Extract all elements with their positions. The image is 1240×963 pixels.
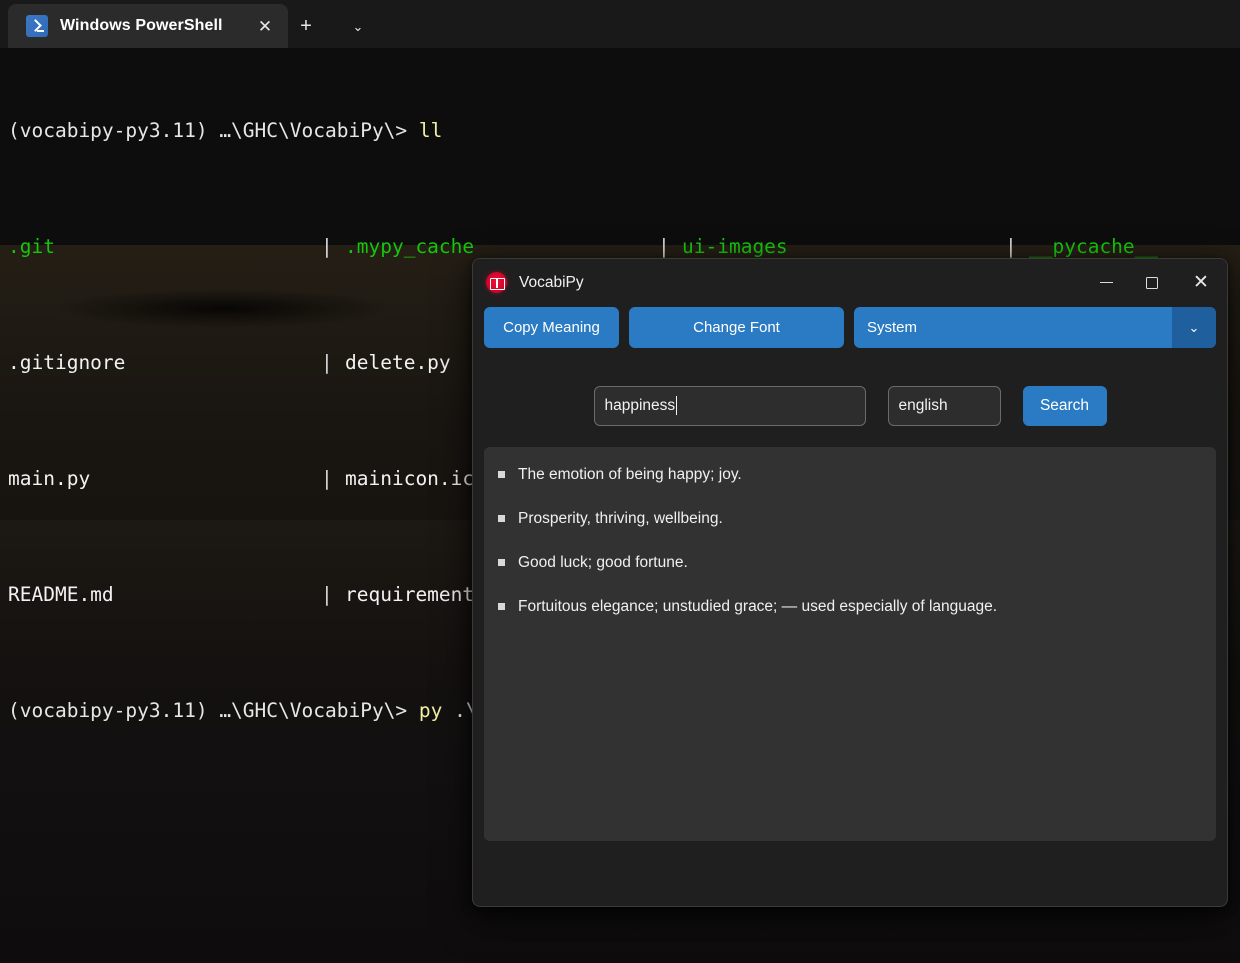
word-search-value: happiness bbox=[604, 396, 676, 414]
listing-cell: .gitignore bbox=[8, 351, 126, 374]
book-icon bbox=[486, 272, 507, 293]
maximize-icon bbox=[1146, 276, 1158, 289]
new-tab-button[interactable]: + bbox=[288, 4, 324, 48]
definition-text: The emotion of being happy; joy. bbox=[518, 466, 742, 483]
listing-cell: .git bbox=[8, 235, 55, 258]
minimize-button[interactable] bbox=[1083, 259, 1129, 306]
maximize-button[interactable] bbox=[1129, 259, 1175, 306]
close-icon[interactable]: ✕ bbox=[252, 13, 278, 39]
app-title-bar[interactable]: VocabiPy ✕ bbox=[473, 259, 1227, 306]
listing-separator: | bbox=[321, 235, 333, 258]
search-button[interactable]: Search bbox=[1022, 385, 1107, 426]
minimize-icon bbox=[1099, 282, 1113, 283]
powershell-terminal-window: Windows PowerShell ✕ + ⌄ (vocabipy-py3.1… bbox=[0, 0, 1240, 722]
definition-text: Fortuitous elegance; unstudied grace; — … bbox=[518, 598, 998, 615]
listing-separator: | bbox=[321, 467, 333, 490]
app-content: Copy Meaning Change Font System ⌄ happin… bbox=[473, 306, 1227, 852]
language-value: english bbox=[898, 396, 948, 414]
list-item: Prosperity, thriving, wellbeing. bbox=[498, 509, 1202, 529]
list-item: Fortuitous elegance; unstudied grace; — … bbox=[498, 597, 1202, 617]
search-row: happiness english Search bbox=[484, 374, 1216, 437]
terminal-prompt-line-1: (vocabipy-py3.11) …\GHC\VocabiPy\> ll bbox=[8, 116, 1240, 145]
bullet-icon bbox=[498, 603, 505, 610]
listing-cell: main.py bbox=[8, 467, 91, 490]
listing-separator: | bbox=[658, 235, 670, 258]
list-item: Good luck; good fortune. bbox=[498, 553, 1202, 573]
terminal-tab-bar: Windows PowerShell ✕ + ⌄ bbox=[0, 0, 1240, 48]
terminal-command-ll: ll bbox=[418, 119, 443, 142]
listing-cell: __pycache__ bbox=[1029, 235, 1159, 258]
change-font-button[interactable]: Change Font bbox=[629, 307, 844, 348]
listing-separator: | bbox=[321, 351, 333, 374]
results-panel[interactable]: The emotion of being happy; joy. Prosper… bbox=[484, 447, 1216, 841]
list-item: The emotion of being happy; joy. bbox=[498, 465, 1202, 485]
window-controls: ✕ bbox=[1083, 259, 1227, 306]
listing-row: .git | .mypy_cache | ui-images | __pycac… bbox=[8, 232, 1240, 261]
font-select-dropdown[interactable]: System ⌄ bbox=[854, 307, 1216, 348]
listing-cell: ui-images bbox=[682, 235, 788, 258]
chevron-down-icon[interactable]: ⌄ bbox=[340, 4, 376, 48]
bullet-icon bbox=[498, 515, 505, 522]
bullet-icon bbox=[498, 559, 505, 566]
vocabipy-window: VocabiPy ✕ Copy Meaning Change Font Syst… bbox=[472, 258, 1228, 907]
definition-text: Prosperity, thriving, wellbeing. bbox=[518, 510, 723, 527]
listing-cell: .mypy_cache bbox=[345, 235, 475, 258]
text-caret bbox=[676, 396, 678, 415]
desktop-screen: Windows PowerShell ✕ + ⌄ (vocabipy-py3.1… bbox=[0, 0, 1240, 963]
language-input[interactable]: english bbox=[887, 385, 1001, 426]
copy-meaning-button[interactable]: Copy Meaning bbox=[484, 307, 619, 348]
terminal-command-py: py bbox=[418, 699, 443, 722]
terminal-tab-title: Windows PowerShell bbox=[60, 17, 223, 34]
listing-separator: | bbox=[1005, 235, 1017, 258]
terminal-prompt-text: (vocabipy-py3.11) …\GHC\VocabiPy\> bbox=[8, 699, 408, 722]
powershell-icon bbox=[26, 15, 48, 37]
terminal-prompt-text: (vocabipy-py3.11) …\GHC\VocabiPy\> bbox=[8, 119, 408, 142]
page-title: VocabiPy bbox=[519, 273, 584, 291]
close-button[interactable]: ✕ bbox=[1175, 259, 1227, 306]
definition-text: Good luck; good fortune. bbox=[518, 554, 688, 571]
font-select-value: System bbox=[867, 319, 918, 336]
close-icon: ✕ bbox=[1193, 272, 1209, 293]
chevron-down-icon[interactable]: ⌄ bbox=[1172, 307, 1216, 348]
terminal-tab-powershell[interactable]: Windows PowerShell ✕ bbox=[8, 4, 288, 48]
listing-separator: | bbox=[321, 583, 333, 606]
bullet-icon bbox=[498, 471, 505, 478]
listing-cell: README.md bbox=[8, 583, 114, 606]
app-toolbar: Copy Meaning Change Font System ⌄ bbox=[484, 306, 1216, 348]
word-search-input[interactable]: happiness bbox=[593, 385, 866, 426]
